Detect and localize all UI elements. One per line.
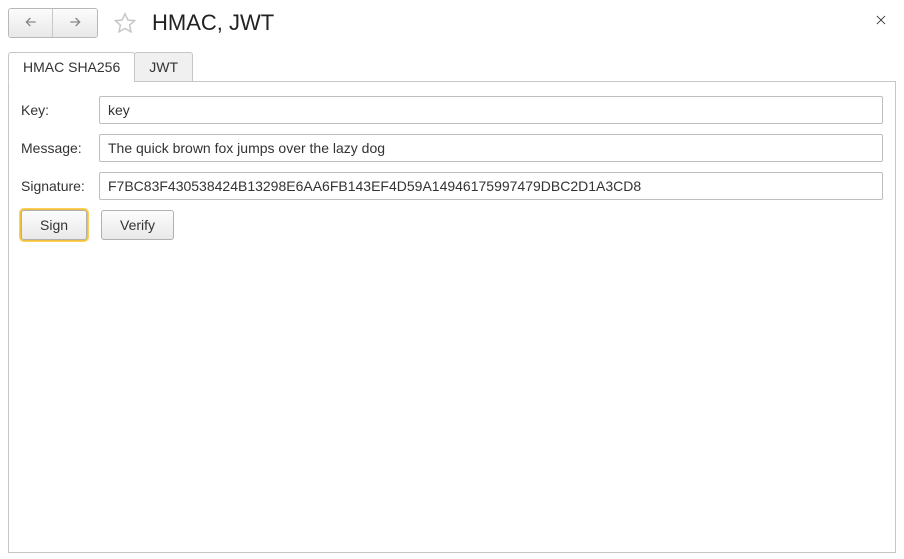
tabs-container: HMAC SHA256 JWT Key: Message: Signature:… — [8, 52, 896, 553]
message-label: Message: — [21, 140, 99, 156]
message-input[interactable] — [99, 134, 883, 162]
close-button[interactable] — [872, 12, 890, 30]
row-message: Message: — [21, 134, 883, 162]
page-title: HMAC, JWT — [152, 10, 274, 36]
sign-button[interactable]: Sign — [21, 210, 87, 240]
forward-button[interactable] — [53, 9, 97, 37]
header-bar: HMAC, JWT — [8, 8, 896, 38]
tab-bar: HMAC SHA256 JWT — [8, 52, 896, 82]
arrow-left-icon — [23, 14, 39, 33]
row-key: Key: — [21, 96, 883, 124]
star-icon[interactable] — [112, 10, 138, 36]
sign-button-label: Sign — [40, 217, 68, 233]
tab-label: JWT — [149, 59, 178, 75]
tab-hmac-sha256[interactable]: HMAC SHA256 — [8, 52, 135, 82]
close-icon — [874, 13, 888, 30]
back-button[interactable] — [9, 9, 53, 37]
verify-button[interactable]: Verify — [101, 210, 174, 240]
arrow-right-icon — [67, 14, 83, 33]
key-input[interactable] — [99, 96, 883, 124]
action-buttons: Sign Verify — [21, 210, 883, 240]
signature-label: Signature: — [21, 178, 99, 194]
signature-input[interactable] — [99, 172, 883, 200]
nav-buttons — [8, 8, 98, 38]
key-label: Key: — [21, 102, 99, 118]
row-signature: Signature: — [21, 172, 883, 200]
tab-panel-hmac: Key: Message: Signature: Sign Verify — [8, 81, 896, 553]
verify-button-label: Verify — [120, 217, 155, 233]
tab-jwt[interactable]: JWT — [134, 52, 193, 82]
tab-label: HMAC SHA256 — [23, 59, 120, 75]
